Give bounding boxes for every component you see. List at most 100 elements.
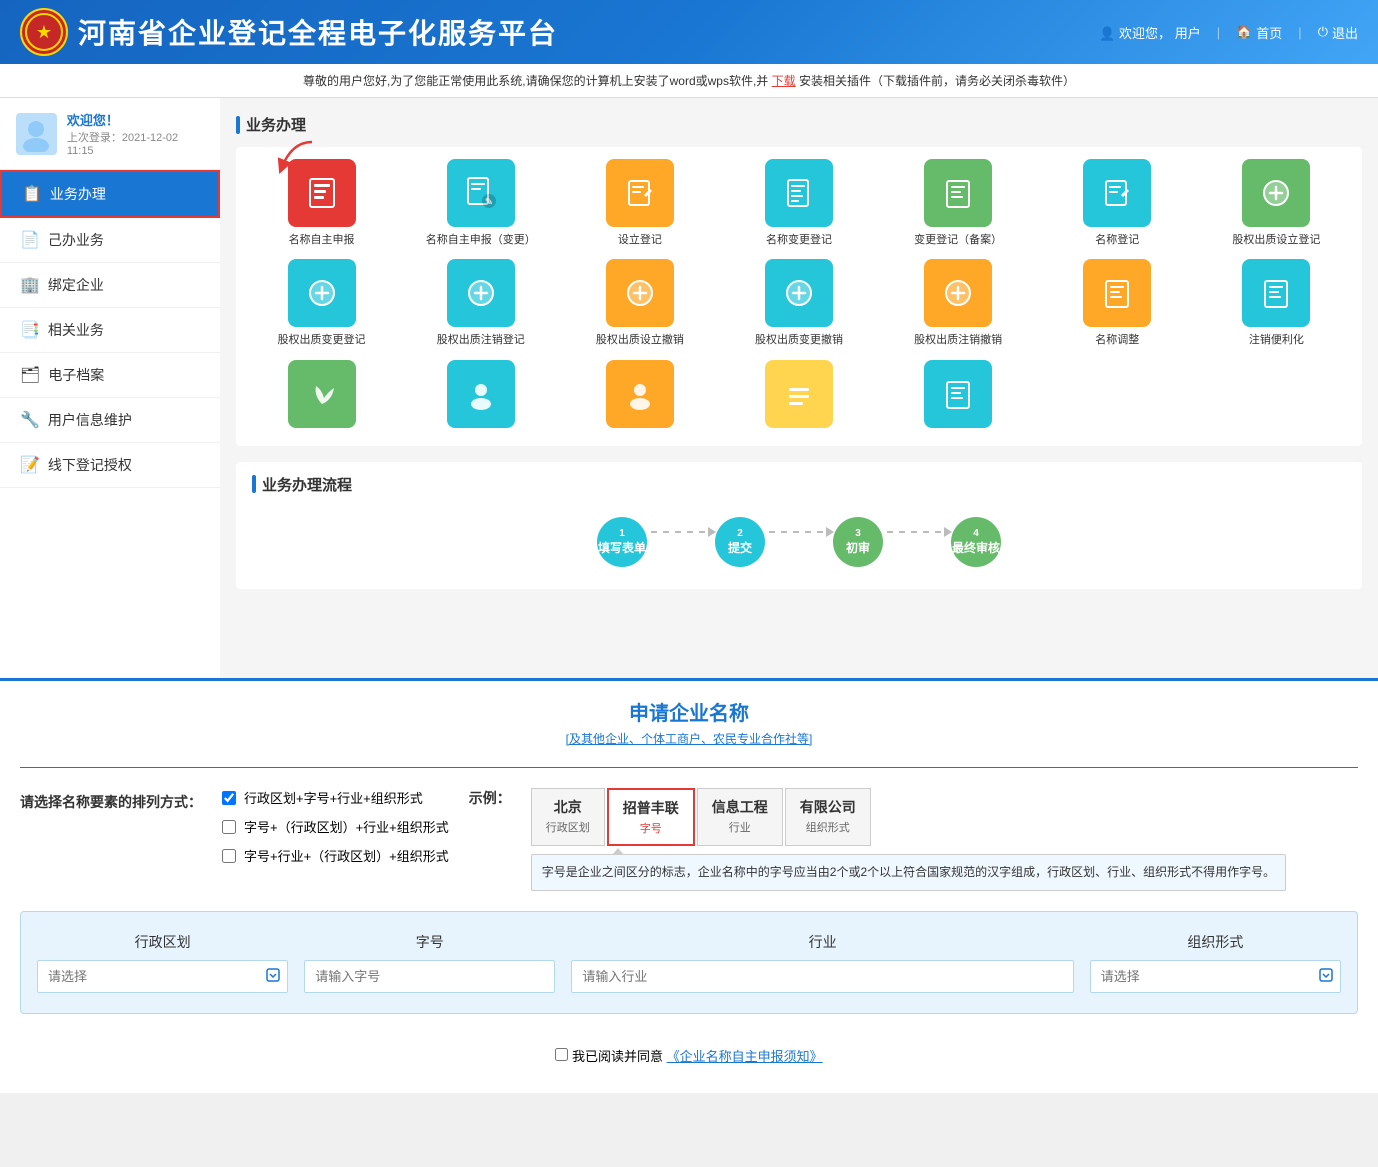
sidebar-item-electronic-archive[interactable]: 🗂电子档案 bbox=[0, 353, 220, 398]
example-tooltip: 字号是企业之间区分的标志，企业名称中的字号应当由2个或2个以上符合国家规范的汉字… bbox=[531, 854, 1286, 891]
icon-label-equity-pledge-cancel: 股权出质注销登记 bbox=[437, 333, 525, 347]
form-input-wrapper-org-form bbox=[1090, 960, 1341, 993]
icon-box-setup-register bbox=[606, 159, 674, 227]
step-num: 4 bbox=[973, 528, 979, 539]
icon-item-change-register-backup[interactable]: 变更登记（备案） bbox=[885, 159, 1032, 247]
format-checkbox-fmt3[interactable] bbox=[222, 849, 236, 863]
home-nav-item[interactable]: 🏠 首页 bbox=[1236, 23, 1282, 42]
icon-item-equity-pledge-change-cancel[interactable]: 股权出质变更撤销 bbox=[725, 259, 872, 347]
flow-section: 业务办理流程 1填写表单2提交3初审4最终审核 bbox=[236, 462, 1362, 589]
step-name: 最终审核 bbox=[952, 539, 1000, 556]
icon-box-equity-pledge-change bbox=[288, 259, 356, 327]
form-columns: 行政区划字号行业组织形式 bbox=[37, 932, 1341, 993]
icon-item-name-self-change[interactable]: ✎ 名称自主申报（变更） bbox=[407, 159, 554, 247]
menu-label-bind-enterprise: 绑定企业 bbox=[48, 275, 104, 295]
icon-item-yellow-icon1[interactable] bbox=[725, 360, 872, 434]
sidebar-item-my-business[interactable]: 📄己办业务 bbox=[0, 218, 220, 263]
menu-icon-related-business: 📑 bbox=[20, 320, 40, 340]
menu-label-my-business: 己办业务 bbox=[48, 230, 104, 250]
agreement-link[interactable]: 《企业名称自主申报须知》 bbox=[667, 1049, 823, 1064]
format-label-fmt3: 字号+行业+（行政区划）+组织形式 bbox=[244, 846, 449, 865]
agreement-checkbox[interactable] bbox=[555, 1048, 568, 1061]
icon-box-cancel-convenience bbox=[1242, 259, 1310, 327]
form-col-industry: 行业 bbox=[571, 932, 1073, 993]
icon-box-name-self-change: ✎ bbox=[447, 159, 515, 227]
icon-item-equity-pledge-cancel-cancel[interactable]: 股权出质注销撤销 bbox=[885, 259, 1032, 347]
icon-item-setup-register[interactable]: 设立登记 bbox=[566, 159, 713, 247]
example-box-sub: 组织形式 bbox=[800, 819, 856, 835]
icon-item-orange-icon1[interactable] bbox=[566, 360, 713, 434]
sidebar-last-login: 上次登录：2021-12-02 11:15 bbox=[67, 129, 204, 157]
content-area: 业务办理 名称自主申报✎名称自主申报（变更）设立登记名称变更登记变更登记（备案）… bbox=[220, 98, 1378, 678]
sidebar-item-offline-auth[interactable]: 📝线下登记授权 bbox=[0, 443, 220, 488]
example-boxes: 北京行政区划招普丰联字号信息工程行业有限公司组织形式 bbox=[531, 788, 1286, 846]
flow-circle-2: 2提交 bbox=[715, 517, 765, 567]
icon-grid: 名称自主申报✎名称自主申报（变更）设立登记名称变更登记变更登记（备案）名称登记股… bbox=[236, 147, 1362, 446]
logout-icon: ⏻ bbox=[1318, 24, 1328, 40]
icon-box-orange-icon1 bbox=[606, 360, 674, 428]
icon-item-name-change-register[interactable]: 名称变更登记 bbox=[725, 159, 872, 247]
icon-item-name-register[interactable]: 名称登记 bbox=[1044, 159, 1191, 247]
svg-text:★: ★ bbox=[36, 22, 52, 42]
menu-icon-bind-enterprise: 🏢 bbox=[20, 275, 40, 295]
emblem-icon: ★ bbox=[20, 8, 68, 56]
menu-label-business: 业务办理 bbox=[50, 184, 106, 204]
step-num: 3 bbox=[855, 528, 861, 539]
form-input-name-num[interactable] bbox=[304, 960, 555, 993]
flow-arrow-1 bbox=[651, 531, 711, 533]
flow-circle-4: 4最终审核 bbox=[951, 517, 1001, 567]
bottom-divider bbox=[20, 767, 1358, 768]
form-label-industry: 行业 bbox=[571, 932, 1073, 952]
apply-subtitle-link[interactable]: [及其他企业、个体工商户、农民专业合作社等] bbox=[566, 732, 813, 746]
arrow-container bbox=[262, 137, 322, 180]
format-checkbox-fmt1[interactable] bbox=[222, 791, 236, 805]
step-num: 2 bbox=[737, 528, 743, 539]
format-label-fmt2: 字号+（行政区划）+行业+组织形式 bbox=[244, 817, 449, 836]
icon-item-cancel-convenience[interactable]: 注销便利化 bbox=[1203, 259, 1350, 347]
sidebar-item-related-business[interactable]: 📑相关业务 bbox=[0, 308, 220, 353]
flow-section-header: 业务办理流程 bbox=[252, 474, 1346, 495]
flow-section-title: 业务办理流程 bbox=[262, 474, 352, 495]
flow-arrow-2 bbox=[769, 531, 829, 533]
person-icon: 👤 bbox=[1099, 26, 1119, 41]
icon-label-name-self-change: 名称自主申报（变更） bbox=[426, 233, 536, 247]
form-input-industry[interactable] bbox=[571, 960, 1073, 993]
bottom-section: 申请企业名称 [及其他企业、个体工商户、农民专业合作社等] 请选择名称要素的排列… bbox=[0, 678, 1378, 1093]
format-option-fmt1[interactable]: 行政区划+字号+行业+组织形式 bbox=[222, 788, 449, 807]
icon-box-equity-pledge-cancel bbox=[447, 259, 515, 327]
icon-item-cyan-icon1[interactable] bbox=[407, 360, 554, 434]
icon-item-equity-pledge-change[interactable]: 股权出质变更登记 bbox=[248, 259, 395, 347]
nav-divider2: | bbox=[1298, 25, 1301, 40]
icon-item-name-adjustment[interactable]: 名称调整 bbox=[1044, 259, 1191, 347]
format-label-fmt1: 行政区划+字号+行业+组织形式 bbox=[244, 788, 423, 807]
header-welcome: 👤 欢迎您， 用户 bbox=[1099, 23, 1200, 42]
icon-box-name-change-register bbox=[765, 159, 833, 227]
sidebar-item-business[interactable]: 📋业务办理 bbox=[0, 170, 220, 218]
icon-label-change-register-backup: 变更登记（备案） bbox=[914, 233, 1002, 247]
format-option-fmt2[interactable]: 字号+（行政区划）+行业+组织形式 bbox=[222, 817, 449, 836]
sidebar-user-info: 欢迎您！ 上次登录：2021-12-02 11:15 bbox=[67, 110, 204, 157]
form-input-admin-region[interactable] bbox=[37, 960, 288, 993]
icon-item-green-icon1[interactable] bbox=[248, 360, 395, 434]
download-link[interactable]: 下载 bbox=[772, 74, 796, 88]
icon-item-blue-icon1[interactable] bbox=[885, 360, 1032, 434]
format-checkbox-fmt2[interactable] bbox=[222, 820, 236, 834]
sidebar-item-bind-enterprise[interactable]: 🏢 绑定企业 bbox=[0, 263, 220, 308]
icon-label-name-self-report: 名称自主申报 bbox=[289, 233, 355, 247]
apply-subtitle: [及其他企业、个体工商户、农民专业合作社等] bbox=[20, 730, 1358, 747]
form-input-org-form[interactable] bbox=[1090, 960, 1341, 993]
flow-circle-1: 1填写表单 bbox=[597, 517, 647, 567]
example-box-sub: 字号 bbox=[623, 820, 679, 836]
icon-box-name-register bbox=[1083, 159, 1151, 227]
sidebar-item-user-maintenance[interactable]: 🔧用户信息维护 bbox=[0, 398, 220, 443]
form-row-section: 行政区划字号行业组织形式 bbox=[20, 911, 1358, 1014]
logout-nav-item[interactable]: ⏻ 退出 bbox=[1318, 23, 1358, 42]
icon-item-equity-pledge-setup-cancel[interactable]: 股权出质设立撤销 bbox=[566, 259, 713, 347]
notice-bar: 尊敬的用户您好,为了您能正常使用此系统,请确保您的计算机上安装了word或wps… bbox=[0, 64, 1378, 98]
example-box-行政区划: 北京行政区划 bbox=[531, 788, 605, 846]
menu-label-offline-auth: 线下登记授权 bbox=[48, 455, 132, 475]
icon-item-equity-pledge-register[interactable]: 股权出质设立登记 bbox=[1203, 159, 1350, 247]
icon-label-name-register: 名称登记 bbox=[1095, 233, 1139, 247]
icon-item-equity-pledge-cancel[interactable]: 股权出质注销登记 bbox=[407, 259, 554, 347]
format-option-fmt3[interactable]: 字号+行业+（行政区划）+组织形式 bbox=[222, 846, 449, 865]
